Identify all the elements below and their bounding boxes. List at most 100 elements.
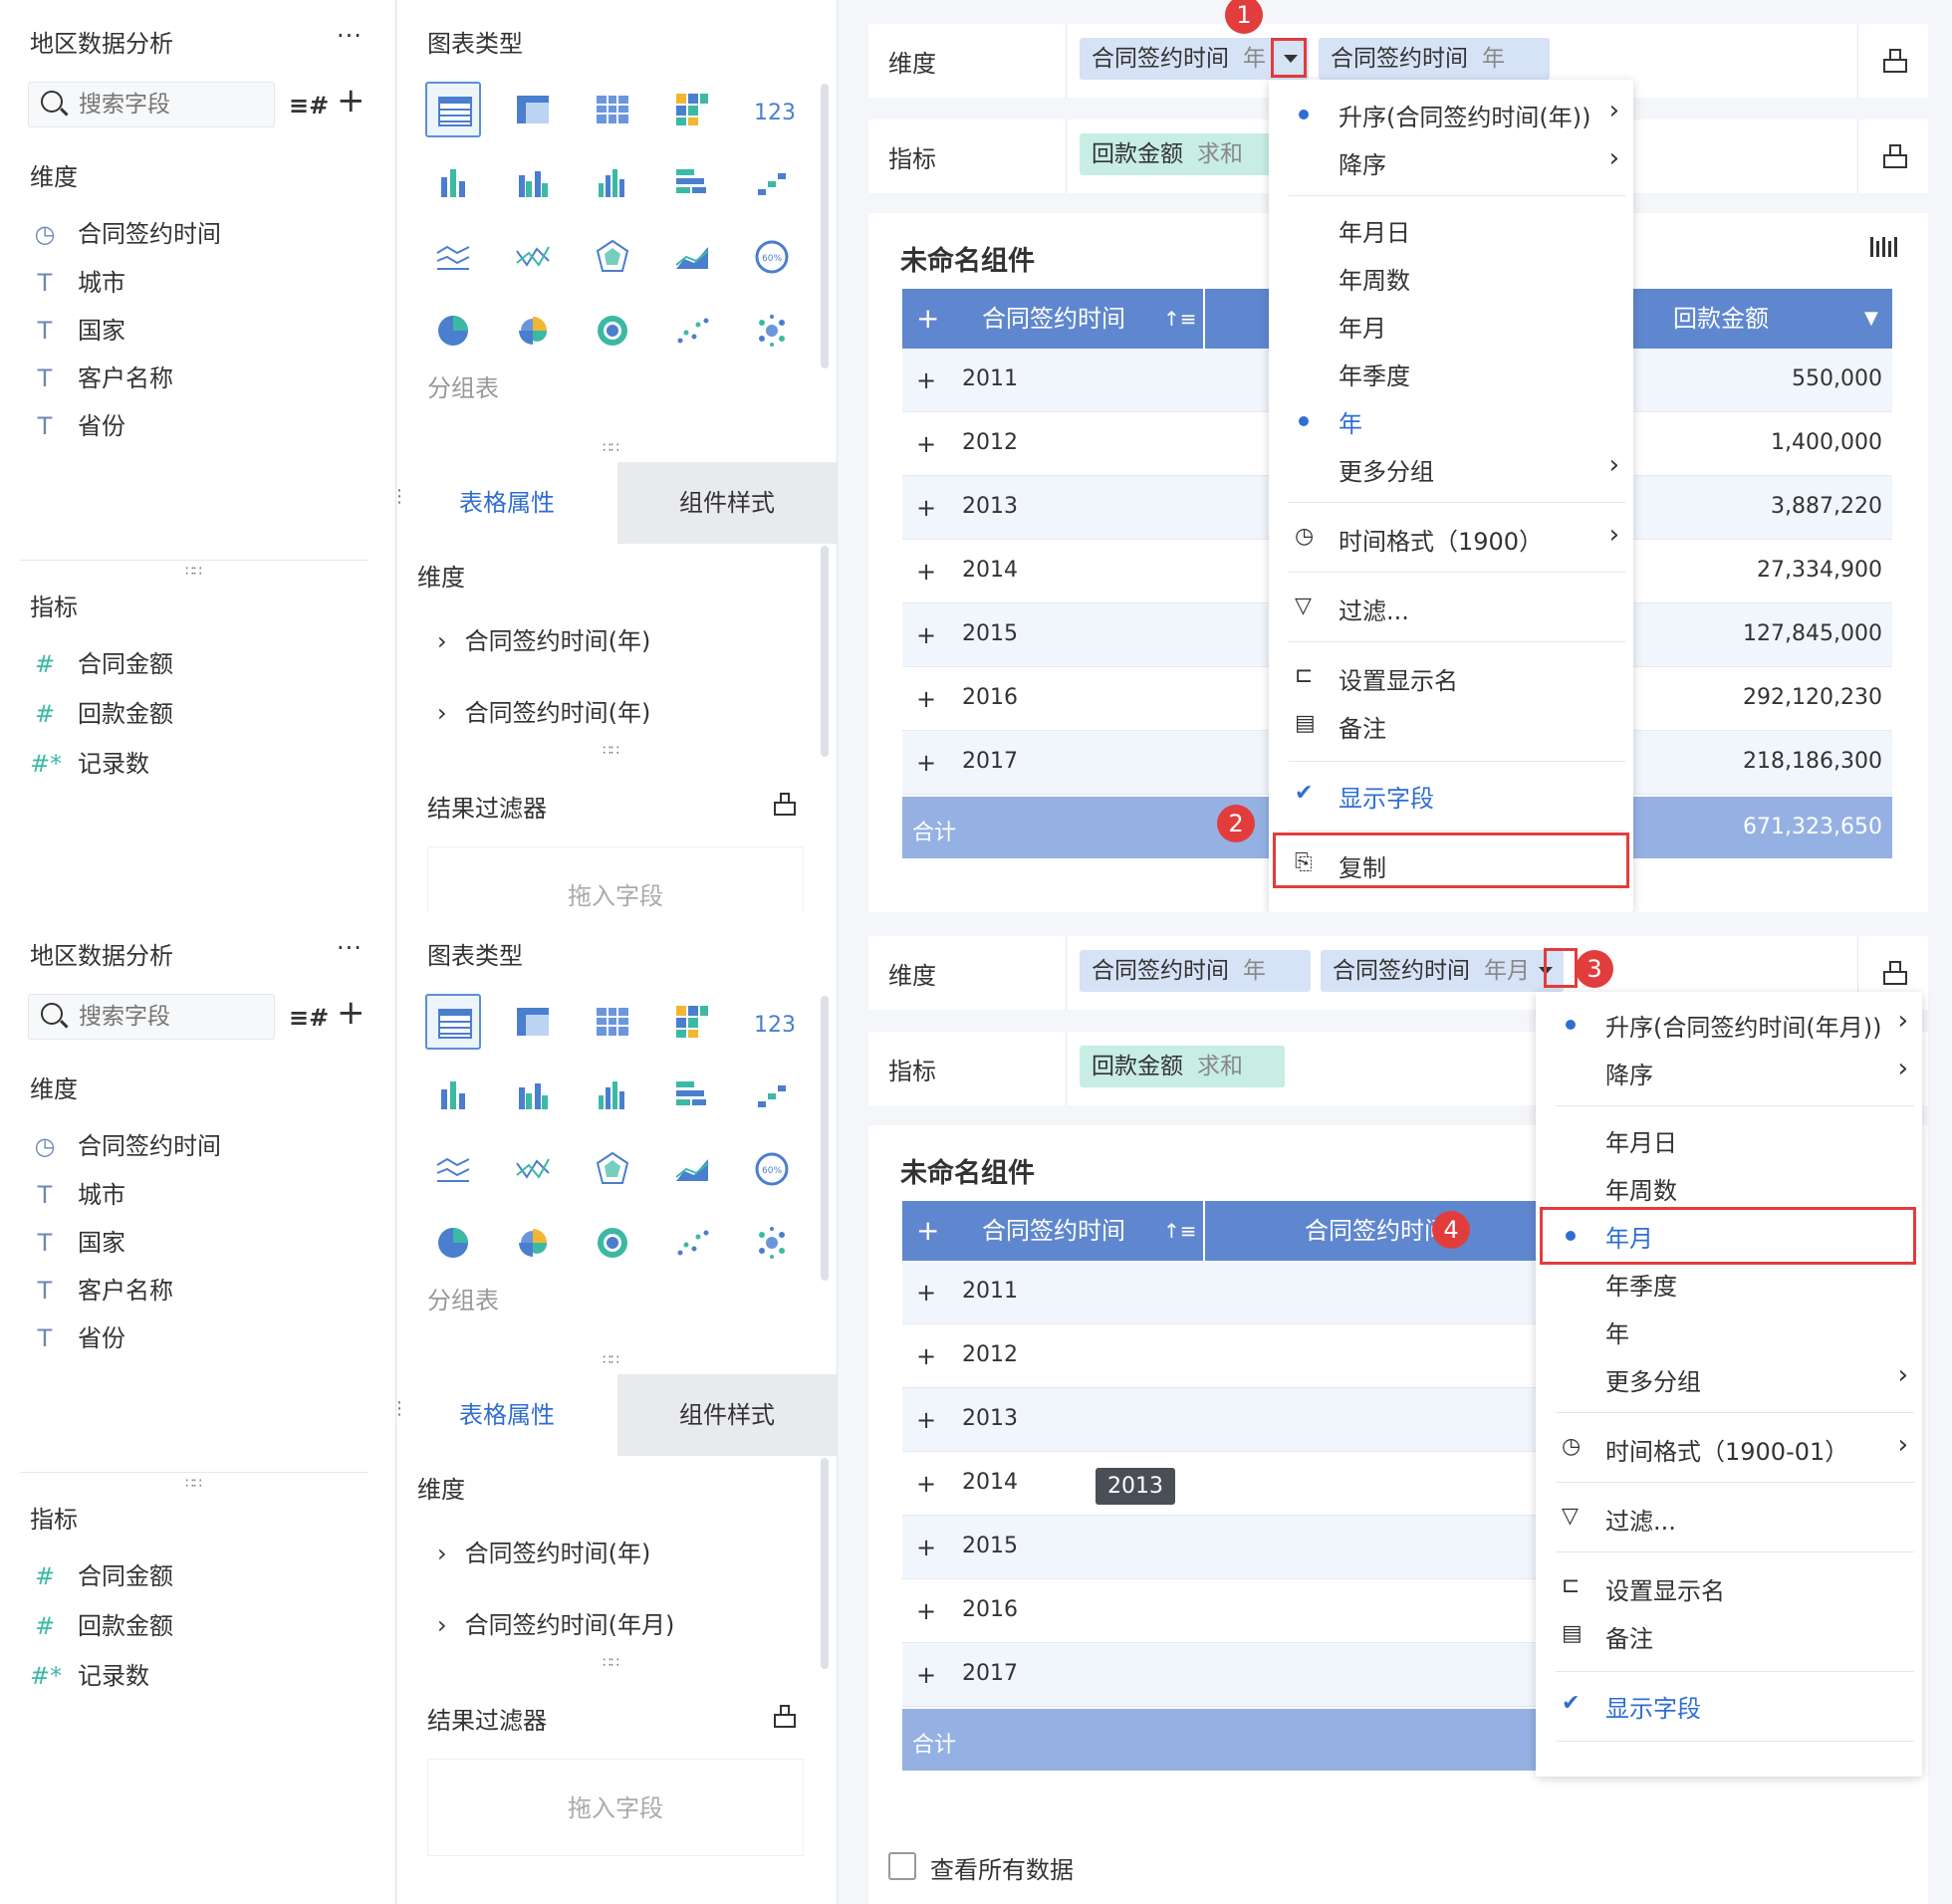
heatmap-chart-icon[interactable] bbox=[664, 82, 720, 137]
field-item[interactable]: #* 记录数 bbox=[30, 1659, 149, 1693]
expand-icon[interactable]: + bbox=[916, 621, 936, 649]
property-dimension-item[interactable]: › 合同签约时间(年月) bbox=[437, 1605, 674, 1640]
clear-filter-icon[interactable] bbox=[772, 1703, 798, 1729]
menu-item-show-field[interactable]: ✔ 显示字段 bbox=[1536, 1681, 1922, 1729]
expand-icon[interactable]: + bbox=[916, 749, 936, 777]
field-item[interactable]: # 回款金额 bbox=[30, 697, 173, 731]
menu-item-sort-desc[interactable]: 降序 › bbox=[1269, 137, 1633, 185]
radar-chart-icon[interactable] bbox=[585, 229, 640, 285]
search-input[interactable] bbox=[79, 995, 268, 1039]
menu-item-group[interactable]: 年月日 bbox=[1536, 1115, 1922, 1163]
field-item[interactable]: T 省份 bbox=[30, 1321, 125, 1355]
line-chart-icon[interactable] bbox=[425, 1141, 481, 1197]
rose-chart-icon[interactable] bbox=[505, 303, 561, 358]
resize-handle[interactable]: ∷∷ bbox=[603, 1655, 619, 1671]
scrollbar[interactable] bbox=[821, 84, 829, 368]
property-dimension-item[interactable]: › 合同签约时间(年) bbox=[437, 621, 650, 656]
resize-handle[interactable]: ∷∷ bbox=[603, 440, 619, 456]
bubble-chart-icon[interactable] bbox=[744, 1215, 800, 1271]
menu-item-show-field[interactable]: ✔ 显示字段 bbox=[1269, 771, 1633, 819]
tab-component-style[interactable]: 组件样式 bbox=[617, 1374, 837, 1456]
dimension-pill[interactable]: 合同签约时间年 bbox=[1080, 950, 1311, 992]
menu-item-more-groups[interactable]: 更多分组 › bbox=[1536, 1354, 1922, 1402]
menu-item-filter[interactable]: ▽ 过滤... bbox=[1269, 584, 1633, 631]
tab-table-properties[interactable]: 表格属性 bbox=[397, 462, 616, 544]
dimension-pill[interactable]: 合同签约时间 年月 bbox=[1321, 950, 1564, 992]
column-header[interactable]: 合同签约时间 bbox=[1305, 1201, 1448, 1261]
scrollbar[interactable] bbox=[821, 546, 829, 757]
menu-item-sort-asc[interactable]: 升序(合同签约时间(年月)) › bbox=[1536, 1000, 1922, 1048]
expand-icon[interactable]: + bbox=[916, 494, 936, 522]
menu-item-group[interactable]: 年月 bbox=[1269, 301, 1633, 349]
expand-icon[interactable]: + bbox=[916, 1597, 936, 1625]
column-header[interactable]: 回款金额 bbox=[1673, 289, 1769, 349]
kpi-number-chart-icon[interactable]: 123 bbox=[744, 994, 800, 1050]
search-box[interactable] bbox=[28, 994, 275, 1040]
multi-line-chart-icon[interactable] bbox=[505, 1141, 561, 1197]
grouped-bar-chart-icon[interactable] bbox=[505, 1068, 561, 1123]
sort-fields-icon[interactable]: ≡# bbox=[289, 92, 329, 119]
resize-handle[interactable]: ∷∷ bbox=[185, 564, 202, 580]
heatmap-chart-icon[interactable] bbox=[664, 994, 720, 1050]
sunburst-chart-icon[interactable] bbox=[585, 303, 640, 358]
menu-item-sort-asc[interactable]: 升序(合同签约时间(年)) › bbox=[1269, 90, 1633, 137]
expand-icon[interactable]: + bbox=[916, 1470, 936, 1498]
tab-table-properties[interactable]: 表格属性 bbox=[397, 1374, 616, 1456]
menu-item-group[interactable]: 年周数 bbox=[1269, 253, 1633, 301]
resize-handle[interactable]: ∷∷ bbox=[185, 1476, 202, 1492]
bubble-chart-icon[interactable] bbox=[744, 303, 800, 358]
panel-resize-handle[interactable]: ⋮ bbox=[390, 1398, 408, 1419]
field-item[interactable]: T 客户名称 bbox=[30, 361, 173, 395]
waterfall-chart-icon[interactable] bbox=[744, 1068, 800, 1123]
stacked-bar-chart-icon[interactable] bbox=[425, 155, 481, 211]
expand-icon[interactable]: + bbox=[916, 1661, 936, 1689]
gauge-chart-icon[interactable]: 60% bbox=[744, 1141, 800, 1197]
field-item[interactable]: # 回款金额 bbox=[30, 1609, 173, 1643]
line-chart-icon[interactable] bbox=[425, 229, 481, 285]
more-icon[interactable]: ··· bbox=[337, 22, 363, 50]
resize-handle[interactable]: ∷∷ bbox=[603, 743, 619, 759]
pie-chart-icon[interactable] bbox=[425, 303, 481, 358]
waterfall-chart-icon[interactable] bbox=[744, 155, 800, 211]
scatter-chart-icon[interactable] bbox=[664, 303, 720, 358]
field-item[interactable]: #* 记录数 bbox=[30, 747, 149, 781]
cross-table-chart-icon[interactable] bbox=[505, 994, 561, 1050]
field-item[interactable]: # 合同金额 bbox=[30, 647, 173, 681]
expand-icon[interactable]: + bbox=[916, 558, 936, 586]
caret-down-icon[interactable]: ▼ bbox=[1864, 289, 1878, 349]
menu-item-time-format[interactable]: ◷ 时间格式（1900-01） › bbox=[1536, 1424, 1922, 1472]
menu-item-set-display-name[interactable]: ⊏ 设置显示名 bbox=[1536, 1563, 1922, 1611]
search-input[interactable] bbox=[79, 83, 268, 126]
sort-icon[interactable]: ↑≡ bbox=[1163, 289, 1197, 349]
area-chart-icon[interactable] bbox=[664, 1141, 720, 1197]
add-field-icon[interactable]: + bbox=[337, 996, 366, 1030]
menu-item-time-format[interactable]: ◷ 时间格式（1900） › bbox=[1269, 514, 1633, 562]
menu-item-filter[interactable]: ▽ 过滤... bbox=[1536, 1494, 1922, 1542]
scrollbar[interactable] bbox=[821, 996, 829, 1281]
field-item[interactable]: # 合同金额 bbox=[30, 1559, 173, 1593]
metric-pill[interactable]: 回款金额 求和 bbox=[1080, 1046, 1285, 1087]
column-header[interactable]: 合同签约时间 bbox=[982, 289, 1125, 349]
kpi-number-chart-icon[interactable]: 123 bbox=[744, 82, 800, 137]
menu-item-group-selected[interactable]: 年 bbox=[1269, 396, 1633, 444]
bar-chart-icon[interactable] bbox=[585, 1068, 640, 1123]
scrollbar[interactable] bbox=[821, 1458, 829, 1669]
field-item[interactable]: T 城市 bbox=[30, 1178, 125, 1212]
barcode-icon[interactable] bbox=[1870, 235, 1900, 259]
sort-fields-icon[interactable]: ≡# bbox=[289, 1004, 329, 1032]
scatter-chart-icon[interactable] bbox=[664, 1215, 720, 1271]
menu-item-note[interactable]: ▤ 备注 bbox=[1536, 1611, 1922, 1659]
view-all-checkbox[interactable] bbox=[888, 1852, 916, 1880]
add-field-icon[interactable]: + bbox=[337, 84, 366, 118]
field-item[interactable]: T 客户名称 bbox=[30, 1274, 173, 1308]
rose-chart-icon[interactable] bbox=[505, 1215, 561, 1271]
bar-chart-icon[interactable] bbox=[585, 155, 640, 211]
expand-icon[interactable]: + bbox=[916, 1342, 936, 1370]
property-dimension-item[interactable]: › 合同签约时间(年) bbox=[437, 693, 650, 728]
menu-item-more-groups[interactable]: 更多分组 › bbox=[1269, 444, 1633, 492]
menu-item-group[interactable]: 年周数 bbox=[1536, 1163, 1922, 1211]
dimension-pill[interactable]: 合同签约时间年 bbox=[1319, 38, 1550, 80]
tab-component-style[interactable]: 组件样式 bbox=[617, 462, 837, 544]
search-box[interactable] bbox=[28, 82, 275, 127]
column-header[interactable]: 合同签约时间 bbox=[982, 1201, 1125, 1261]
